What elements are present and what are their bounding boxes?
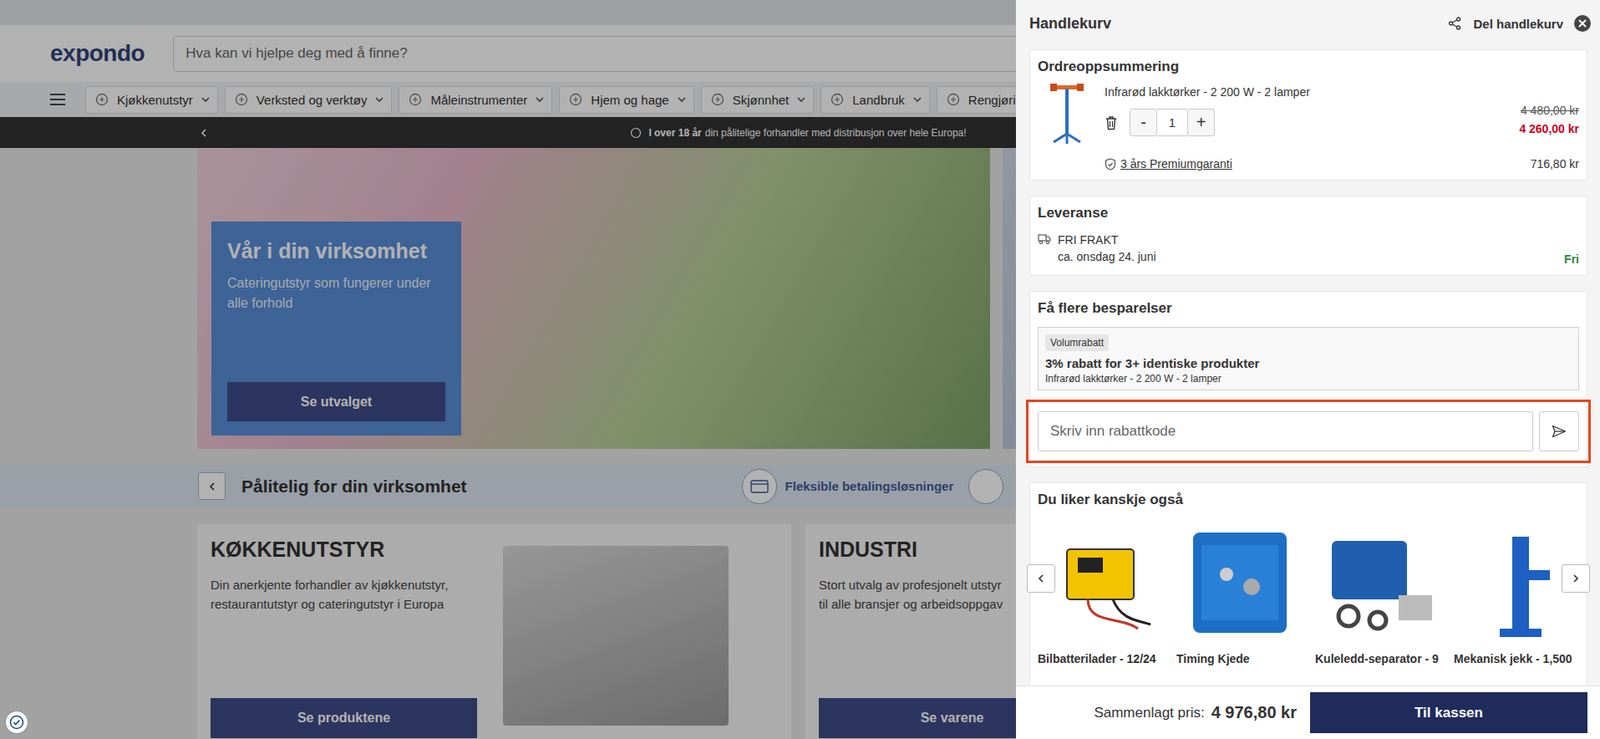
product-image <box>1176 519 1302 646</box>
carousel-next-button[interactable] <box>1561 563 1590 593</box>
cart-item-details: Infrarød lakktørker - 2 200 W - 2 lamper… <box>1104 81 1511 146</box>
coupon-row <box>1037 411 1580 452</box>
delivery-cost: Fri <box>1564 252 1580 266</box>
current-price: 4 260,00 kr <box>1518 121 1580 136</box>
recommended-product[interactable]: Bilbatterilader - 12/24 <box>1037 519 1164 666</box>
cart-title: Handlekurv <box>1029 15 1112 33</box>
product-image <box>1037 519 1164 646</box>
recommended-product[interactable]: Mekanisk jekk - 1,500 <box>1453 519 1580 666</box>
product-image <box>1176 519 1302 646</box>
close-icon[interactable] <box>1573 14 1592 33</box>
warranty-price: 716,80 kr <box>1530 157 1580 171</box>
cart-footer: Sammenlagt pris: 4 976,80 kr Til kassen <box>1015 685 1600 739</box>
warranty-row: 3 års Premiumgaranti 716,80 kr <box>1037 157 1580 171</box>
offer-product: Infrarød lakktørker - 2 200 W - 2 lamper <box>1045 372 1572 385</box>
total-value: 4 976,80 kr <box>1211 702 1297 722</box>
carousel-prev-button[interactable] <box>1026 563 1056 593</box>
quantity-stepper: -1+ <box>1129 108 1215 137</box>
savings-card: Få flere besparelser Volumrabatt 3% rabatt… <box>1029 290 1588 468</box>
total-label: Sammenlagt pris: <box>1093 704 1204 722</box>
delivery-eta: ca. onsdag 24. juni <box>1057 248 1558 265</box>
savings-title: Få flere besparelser <box>1037 299 1580 317</box>
product-name: Kuleledd-separator - 9 <box>1315 651 1441 666</box>
decrease-button[interactable]: - <box>1129 108 1158 137</box>
cookie-settings-button[interactable] <box>5 711 28 733</box>
cart-item-prices: 4 480,00 kr 4 260,00 kr <box>1518 81 1580 146</box>
recommended-product[interactable]: Kuleledd-separator - 9 <box>1315 519 1441 666</box>
share-cart-label: Del handlekurv <box>1473 16 1564 31</box>
delivery-row: FRI FRAKTca. onsdag 24. juni Fri <box>1037 231 1580 266</box>
shield-icon <box>1104 157 1117 171</box>
warranty-link[interactable]: 3 års Premiumgaranti <box>1104 157 1233 171</box>
checkout-button[interactable]: Til kassen <box>1310 691 1588 733</box>
cart-header-actions: Del handlekurv <box>1447 14 1592 33</box>
volume-discount-offer: Volumrabatt 3% rabatt for 3+ identiske pr… <box>1037 326 1580 391</box>
cart-header: Handlekurv Del handlekurv <box>1015 0 1600 47</box>
product-image <box>1453 519 1580 646</box>
cart-body: Ordreoppsummering Infrarød lakktørker - 2… <box>1015 46 1600 686</box>
product-name: Mekanisk jekk - 1,500 <box>1453 651 1580 666</box>
chevron-right-icon <box>1570 573 1581 584</box>
lamp-dryer-image <box>1048 81 1086 146</box>
offer-tag: Volumrabatt <box>1045 334 1109 351</box>
coupon-input[interactable] <box>1037 411 1534 452</box>
cart-item-name: Infrarød lakktørker - 2 200 W - 2 lamper <box>1104 85 1511 99</box>
recommendations-title: Du liker kanskje også <box>1037 491 1580 508</box>
increase-button[interactable]: + <box>1187 108 1215 137</box>
truck-icon <box>1037 233 1052 245</box>
delivery-info: FRI FRAKTca. onsdag 24. juni <box>1057 231 1558 266</box>
recommendation-carousel: Bilbatterilader - 12/24 Timing Kjede Kulel… <box>1037 519 1580 666</box>
old-price: 4 480,00 kr <box>1520 103 1580 117</box>
recommended-product[interactable]: Timing Kjede <box>1176 519 1302 666</box>
share-icon <box>1447 16 1462 31</box>
order-summary-title: Ordreoppsummering <box>1037 58 1580 76</box>
delivery-method: FRI FRAKT <box>1057 231 1558 249</box>
product-image <box>1037 81 1097 146</box>
offer-title: 3% rabatt for 3+ identiske produkter <box>1045 355 1572 371</box>
cart-item: Infrarød lakktørker - 2 200 W - 2 lamper… <box>1037 81 1580 146</box>
quantity-value[interactable]: 1 <box>1157 108 1188 137</box>
cart-item-controls: -1+ <box>1104 108 1511 137</box>
coupon-submit-button[interactable] <box>1539 411 1580 452</box>
delivery-title: Leveranse <box>1037 204 1580 222</box>
product-name: Bilbatterilader - 12/24 <box>1037 651 1164 666</box>
chevron-left-icon <box>1036 573 1047 584</box>
trash-icon[interactable] <box>1104 115 1118 131</box>
product-name: Timing Kjede <box>1176 651 1302 666</box>
share-cart-button[interactable]: Del handlekurv <box>1447 16 1564 31</box>
privacy-check-icon <box>9 714 25 730</box>
cart-drawer: Handlekurv Del handlekurv Ordreoppsummerin… <box>1015 0 1600 739</box>
product-image <box>1315 519 1441 646</box>
product-image <box>1037 519 1164 646</box>
order-summary-card: Ordreoppsummering Infrarød lakktørker - 2… <box>1029 49 1588 181</box>
recommendations-card: Du liker kanskje også Bilbatterilader - 1… <box>1029 482 1588 686</box>
product-image <box>1453 519 1580 646</box>
product-image <box>1315 519 1441 646</box>
send-icon <box>1551 424 1567 438</box>
delivery-card: Leveranse FRI FRAKTca. onsdag 24. juni Fri <box>1029 195 1588 276</box>
warranty-label: 3 års Premiumgaranti <box>1120 157 1233 171</box>
